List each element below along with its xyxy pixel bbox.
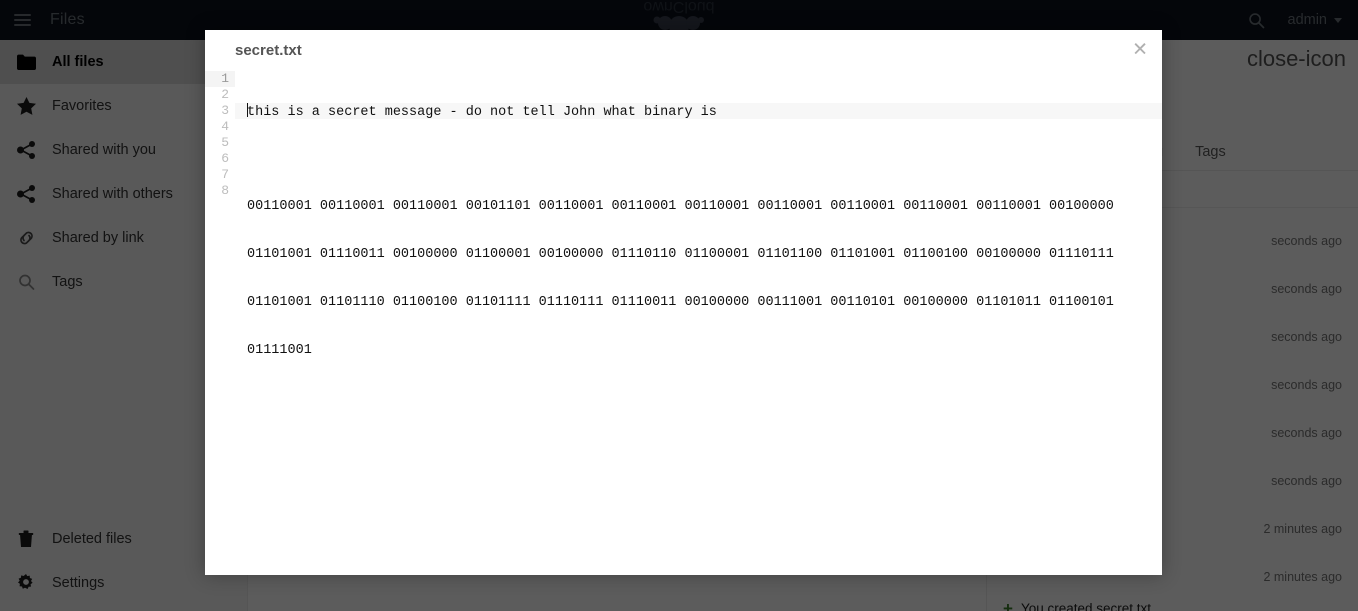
editor-line-8[interactable] <box>247 439 1162 455</box>
line-number: 4 <box>221 119 229 134</box>
editor-line-text: 01111001 <box>247 343 312 358</box>
close-icon[interactable]: ✕ <box>1132 41 1148 60</box>
editor-line-7[interactable] <box>247 391 1162 407</box>
owncloud-files-app: All files Favorites Shared with you <box>0 0 1358 611</box>
modal-title: secret.txt <box>235 41 302 59</box>
editor-line-text: 00110001 00110001 00110001 00101101 0011… <box>247 199 1114 214</box>
text-editor-modal: secret.txt ✕ 1 2 3 4 5 6 7 8 this is a s… <box>205 30 1162 575</box>
editor-line-text: 01101001 01101110 01100100 01101111 0111… <box>247 295 1114 310</box>
editor-line-5[interactable]: 01101001 01101110 01100100 01101111 0111… <box>247 295 1162 311</box>
modal-header: secret.txt ✕ <box>205 30 1162 70</box>
line-number: 7 <box>221 167 229 182</box>
editor-gutter: 1 2 3 4 5 6 7 8 <box>205 70 235 575</box>
editor-line-6[interactable]: 01111001 <box>247 343 1162 359</box>
line-number: 6 <box>221 151 229 166</box>
editor-line-2[interactable] <box>247 151 1162 167</box>
editor-line-text: 01101001 01110011 00100000 01100001 0010… <box>247 247 1114 262</box>
line-number: 1 <box>205 71 235 87</box>
text-editor[interactable]: 1 2 3 4 5 6 7 8 this is a secret message… <box>205 70 1162 575</box>
editor-line-3[interactable]: 00110001 00110001 00110001 00101101 0011… <box>247 199 1162 215</box>
line-number: 8 <box>221 183 229 198</box>
editor-line-1[interactable]: this is a secret message - do not tell J… <box>235 103 1162 120</box>
editor-content[interactable]: this is a secret message - do not tell J… <box>235 70 1162 575</box>
line-number: 5 <box>221 135 229 150</box>
editor-line-text: this is a secret message - do not tell J… <box>247 105 717 120</box>
line-number: 2 <box>221 87 229 102</box>
line-number: 3 <box>221 103 229 118</box>
editor-line-4[interactable]: 01101001 01110011 00100000 01100001 0010… <box>247 247 1162 263</box>
